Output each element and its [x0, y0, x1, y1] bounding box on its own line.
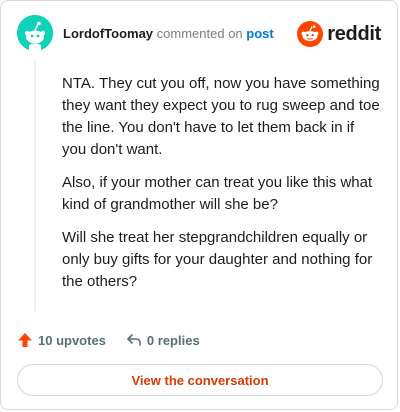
comment-paragraph: Will she treat her stepgrandchildren equ… — [62, 229, 373, 290]
reddit-logo-icon — [297, 21, 324, 47]
post-link[interactable]: post — [246, 26, 273, 41]
reddit-wordmark: reddit — [327, 22, 381, 45]
comment-paragraph: Also, if your mother can treat you like … — [62, 174, 373, 213]
comment-body: NTA. They cut you off, now you have some… — [62, 73, 382, 304]
embedded-comment-card: LordofToomay commented on post reddit NT… — [0, 0, 398, 410]
reply-count: 0 replies — [146, 332, 200, 348]
action-text: commented on — [156, 26, 243, 41]
reply-action[interactable]: 0 replies — [126, 332, 200, 348]
thread-line[interactable] — [34, 59, 36, 311]
user-avatar[interactable] — [17, 15, 53, 51]
view-conversation-button[interactable]: View the conversation — [17, 364, 383, 396]
reddit-logo[interactable]: reddit — [297, 21, 381, 47]
upvote-arrow-icon — [18, 333, 32, 347]
comment-actions: 10 upvotes 0 replies — [17, 329, 200, 351]
upvote-action[interactable]: 10 upvotes — [17, 332, 106, 348]
username-link[interactable]: LordofToomay — [63, 26, 153, 41]
comment-paragraph: NTA. They cut you off, now you have some… — [62, 75, 380, 158]
reply-arrow-icon — [127, 334, 141, 346]
upvote-count: 10 upvotes — [38, 332, 106, 348]
comment-meta: LordofToomay commented on post — [63, 26, 274, 42]
snoo-avatar-icon — [17, 15, 53, 51]
comment-header: LordofToomay commented on post reddit — [17, 15, 381, 51]
